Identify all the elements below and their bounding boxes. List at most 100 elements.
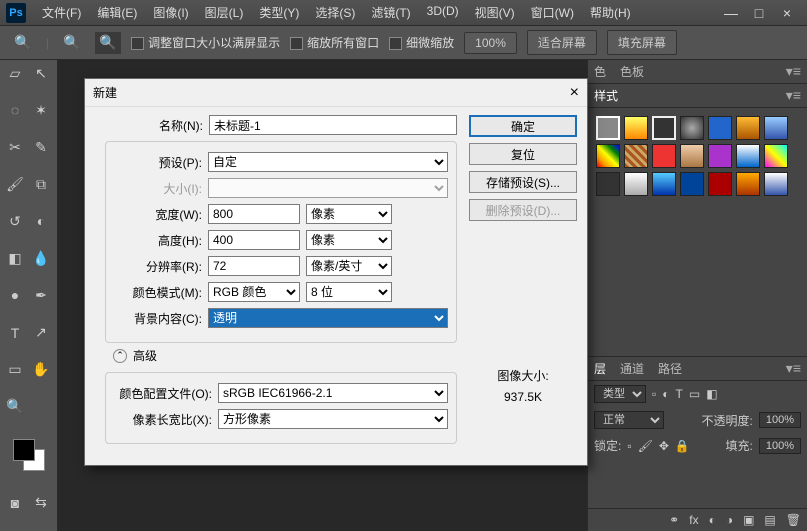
- filter-shape-icon[interactable]: ▭: [689, 387, 700, 401]
- crop-tool[interactable]: ✂: [2, 136, 28, 158]
- advanced-toggle[interactable]: ⌃ 高级: [113, 347, 457, 364]
- layer-filter-select[interactable]: 类型: [594, 385, 646, 403]
- resolution-unit-select[interactable]: 像素/英寸: [306, 256, 392, 276]
- style-tile[interactable]: [652, 172, 676, 196]
- style-tile[interactable]: [596, 172, 620, 196]
- magic-wand-tool[interactable]: ✶: [28, 99, 54, 121]
- blur-tool[interactable]: 💧: [28, 247, 54, 269]
- preset-select[interactable]: 自定: [208, 152, 448, 172]
- color-mode-select[interactable]: RGB 颜色: [208, 282, 300, 302]
- filter-smart-icon[interactable]: ◧: [706, 387, 717, 401]
- fit-screen-button[interactable]: 适合屏幕: [527, 30, 597, 55]
- layer-style-icon[interactable]: fx: [689, 513, 698, 527]
- height-unit-select[interactable]: 像素: [306, 230, 392, 250]
- style-tile[interactable]: [652, 144, 676, 168]
- menu-window[interactable]: 窗口(W): [523, 4, 582, 21]
- color-swatch[interactable]: [13, 439, 45, 471]
- menu-layer[interactable]: 图层(L): [197, 4, 252, 21]
- style-tile[interactable]: [652, 116, 676, 140]
- quickmask-toggle[interactable]: ◙: [2, 492, 28, 514]
- zoom-out-icon[interactable]: 🔍: [95, 32, 121, 54]
- close-button[interactable]: ×: [779, 5, 795, 21]
- resolution-input[interactable]: [208, 256, 300, 276]
- screenmode-toggle[interactable]: ⇆: [28, 492, 54, 514]
- link-layers-icon[interactable]: ⚭: [669, 513, 679, 527]
- styles-tab[interactable]: 样式: [594, 87, 618, 104]
- eraser-tool[interactable]: ◧: [2, 247, 28, 269]
- zoom-percent-button[interactable]: 100%: [464, 32, 517, 54]
- layer-mask-icon[interactable]: ◐: [709, 513, 716, 527]
- filter-type-icon[interactable]: T: [676, 387, 683, 401]
- pen-tool[interactable]: ✒: [28, 284, 54, 306]
- maximize-button[interactable]: □: [751, 5, 767, 21]
- history-brush-tool[interactable]: ↺: [2, 210, 28, 232]
- zoom-all-checkbox[interactable]: 缩放所有窗口: [290, 34, 379, 51]
- delete-layer-icon[interactable]: 🗑: [786, 513, 801, 527]
- style-tile[interactable]: [680, 172, 704, 196]
- style-tile[interactable]: [736, 172, 760, 196]
- dodge-tool[interactable]: ●: [2, 284, 28, 306]
- fill-value[interactable]: 100%: [759, 438, 801, 454]
- style-tile[interactable]: [736, 116, 760, 140]
- channels-tab[interactable]: 通道: [620, 360, 644, 377]
- opacity-value[interactable]: 100%: [759, 412, 801, 428]
- style-tile[interactable]: [596, 144, 620, 168]
- type-tool[interactable]: T: [2, 322, 28, 344]
- resize-window-checkbox[interactable]: 调整窗口大小以满屏显示: [131, 34, 280, 51]
- menu-type[interactable]: 类型(Y): [251, 4, 307, 21]
- group-icon[interactable]: ▣: [743, 513, 754, 527]
- style-tile[interactable]: [736, 144, 760, 168]
- gradient-tool[interactable]: ◐: [28, 210, 54, 232]
- menu-3d[interactable]: 3D(D): [419, 4, 467, 21]
- background-select[interactable]: 透明: [208, 308, 448, 328]
- lock-all-icon[interactable]: 🔒: [675, 439, 690, 453]
- style-tile[interactable]: [624, 144, 648, 168]
- layers-tab[interactable]: 层: [594, 360, 606, 377]
- eyedropper-tool[interactable]: ✎: [28, 136, 54, 158]
- name-input[interactable]: [209, 115, 457, 135]
- menu-filter[interactable]: 滤镜(T): [363, 4, 418, 21]
- style-tile[interactable]: [764, 116, 788, 140]
- zoom-in-icon[interactable]: 🔍: [59, 32, 85, 54]
- new-layer-icon[interactable]: ▤: [764, 513, 775, 527]
- ok-button[interactable]: 确定: [469, 115, 577, 137]
- panel-menu-icon[interactable]: ▾≡: [786, 87, 801, 104]
- paths-tab[interactable]: 路径: [658, 360, 682, 377]
- menu-help[interactable]: 帮助(H): [582, 4, 639, 21]
- style-tile[interactable]: [708, 144, 732, 168]
- lock-pos-icon[interactable]: ✥: [659, 439, 669, 453]
- menu-edit[interactable]: 编辑(E): [89, 4, 145, 21]
- style-tile[interactable]: [680, 144, 704, 168]
- move-tool[interactable]: ▱: [2, 62, 28, 84]
- color-profile-select[interactable]: sRGB IEC61966-2.1: [218, 383, 448, 403]
- reset-button[interactable]: 复位: [469, 143, 577, 165]
- width-input[interactable]: [208, 204, 300, 224]
- lasso-tool[interactable]: ◌: [2, 99, 28, 121]
- scrubby-zoom-checkbox[interactable]: 细微缩放: [389, 34, 454, 51]
- style-tile[interactable]: [624, 172, 648, 196]
- panel-menu-icon[interactable]: ▾≡: [786, 360, 801, 377]
- zoom-tool[interactable]: 🔍: [2, 396, 28, 418]
- swatches-tab[interactable]: 色板: [620, 63, 644, 80]
- style-tile[interactable]: [680, 116, 704, 140]
- panel-menu-icon[interactable]: ▾≡: [786, 63, 801, 80]
- filter-adjust-icon[interactable]: ◐: [662, 387, 669, 401]
- zoom-tool-indicator[interactable]: 🔍: [10, 32, 36, 54]
- blend-mode-select[interactable]: 正常: [594, 411, 664, 429]
- fill-screen-button[interactable]: 填充屏幕: [607, 30, 677, 55]
- style-tile[interactable]: [624, 116, 648, 140]
- pixel-aspect-select[interactable]: 方形像素: [218, 409, 448, 429]
- bit-depth-select[interactable]: 8 位: [306, 282, 392, 302]
- style-tile[interactable]: [764, 144, 788, 168]
- color-tab[interactable]: 色: [594, 63, 606, 80]
- height-input[interactable]: [208, 230, 300, 250]
- path-tool[interactable]: ↗: [28, 322, 54, 344]
- brush-tool[interactable]: 🖌: [2, 173, 28, 195]
- style-tile[interactable]: [708, 172, 732, 196]
- style-none[interactable]: [596, 116, 620, 140]
- style-tile[interactable]: [708, 116, 732, 140]
- clone-tool[interactable]: ⧉: [28, 173, 54, 195]
- filter-pixel-icon[interactable]: ▫: [652, 387, 656, 401]
- save-preset-button[interactable]: 存储预设(S)...: [469, 171, 577, 193]
- menu-view[interactable]: 视图(V): [467, 4, 523, 21]
